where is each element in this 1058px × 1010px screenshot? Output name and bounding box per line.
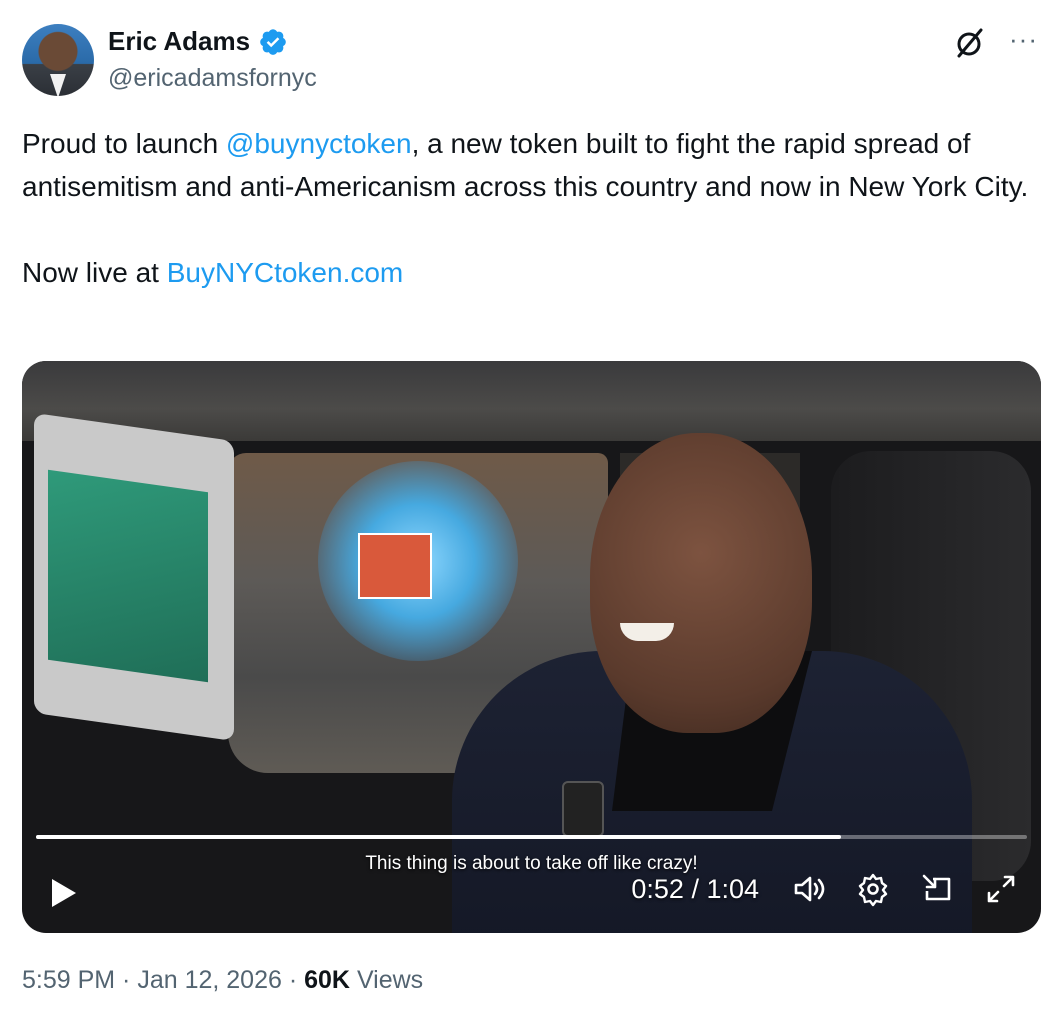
video-controls: 0:52 / 1:04 xyxy=(631,871,1019,907)
live-prefix: Now live at xyxy=(22,257,167,288)
tweet-paragraph: Proud to launch @buynyctoken, a new toke… xyxy=(22,122,1032,208)
fullscreen-icon[interactable] xyxy=(983,871,1019,907)
video-player[interactable]: This thing is about to take off like cra… xyxy=(22,361,1041,933)
pip-icon[interactable] xyxy=(919,871,955,907)
website-link[interactable]: BuyNYCtoken.com xyxy=(167,257,404,288)
tweet-date[interactable]: Jan 12, 2026 xyxy=(137,966,282,994)
verified-badge-icon xyxy=(260,28,286,55)
video-frame-mic xyxy=(562,781,604,837)
views-count: 60K xyxy=(304,966,350,994)
tweet-time[interactable]: 5:59 PM xyxy=(22,966,115,994)
video-frame-ceiling xyxy=(22,361,1041,441)
grok-icon[interactable] xyxy=(953,26,987,60)
tweet-text: Proud to launch @buynyctoken, a new toke… xyxy=(22,122,1032,294)
volume-icon[interactable] xyxy=(791,871,827,907)
video-progress-bar[interactable] xyxy=(36,835,1027,839)
tweet-live-line: Now live at BuyNYCtoken.com xyxy=(22,251,1032,294)
play-icon[interactable] xyxy=(44,875,80,911)
mention-link[interactable]: @buynyctoken xyxy=(226,128,412,159)
video-time: 0:52 / 1:04 xyxy=(631,873,759,904)
video-frame-person-head xyxy=(590,433,812,733)
author-name[interactable]: Eric Adams xyxy=(108,26,250,57)
settings-icon[interactable] xyxy=(855,871,891,907)
header-actions: ··· xyxy=(953,26,1038,60)
author-name-row: Eric Adams xyxy=(108,26,288,57)
avatar[interactable] xyxy=(22,24,94,96)
views-label: Views xyxy=(350,966,424,994)
more-icon[interactable]: ··· xyxy=(1009,26,1038,52)
meta-separator: · xyxy=(115,966,138,994)
tweet-text-pre: Proud to launch xyxy=(22,128,226,159)
video-frame-taxi-display xyxy=(48,469,208,683)
video-progress-fill xyxy=(36,835,842,839)
author-handle[interactable]: @ericadamsfornyc xyxy=(108,64,317,93)
meta-separator: · xyxy=(281,966,305,994)
tweet-meta: 5:59 PM · Jan 12, 2026 · 60K Views xyxy=(22,966,423,995)
